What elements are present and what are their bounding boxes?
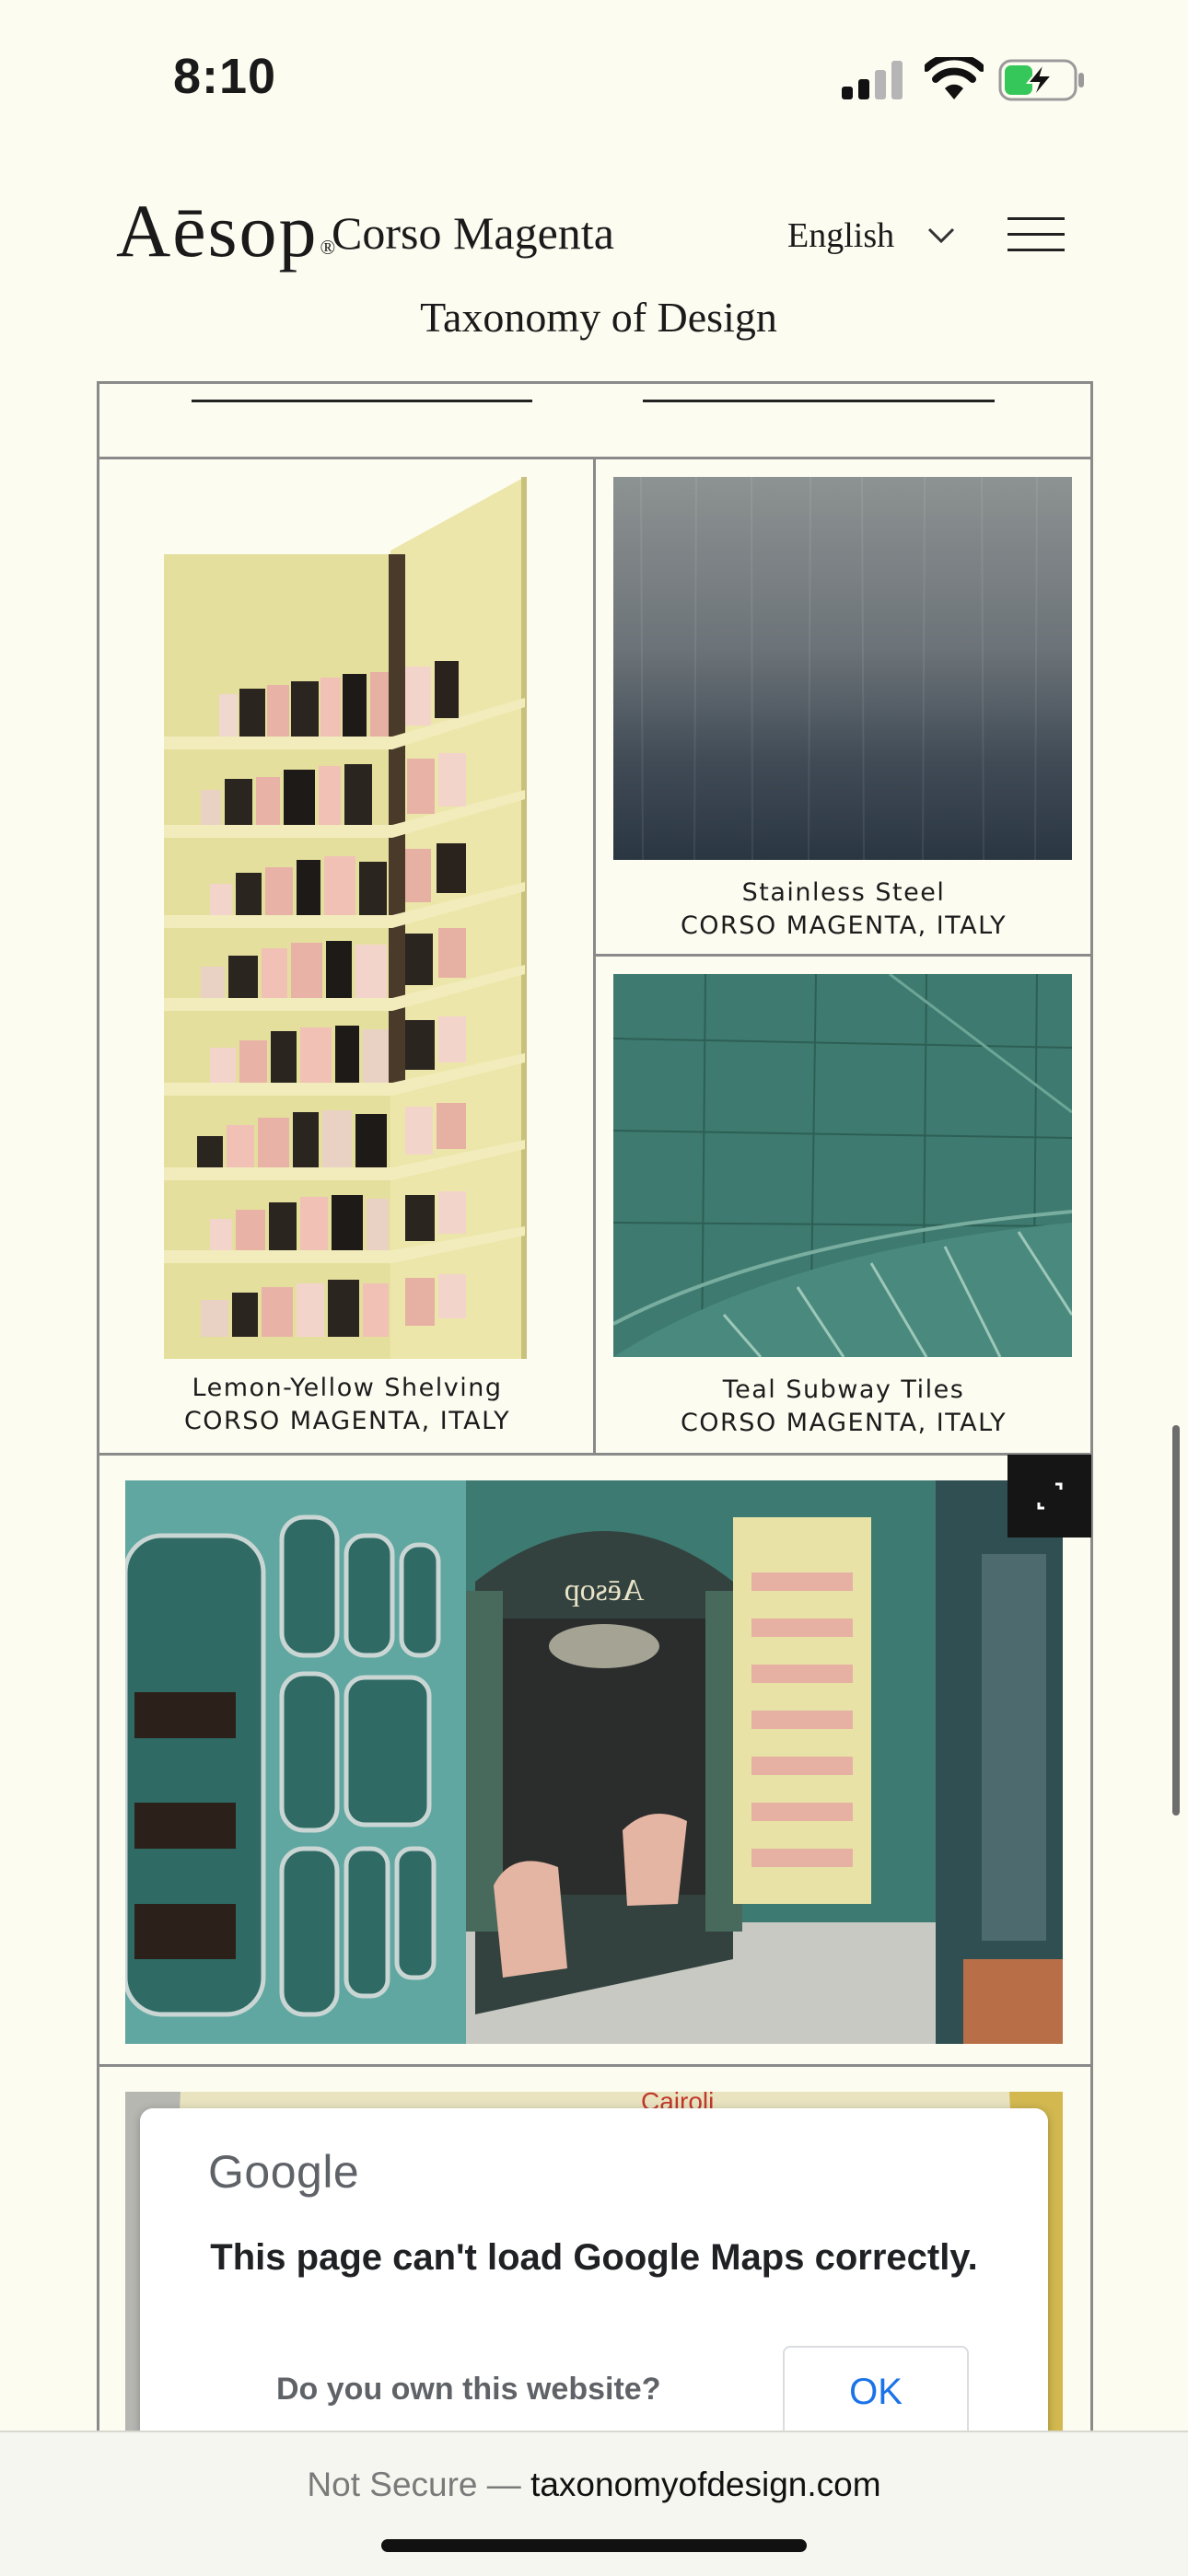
security-label: Not Secure — — [307, 2466, 521, 2503]
url-domain: taxonomyofdesign.com — [530, 2466, 881, 2503]
tile-location: CORSO MAGENTA, ITALY — [680, 1409, 1007, 1437]
expand-icon — [1037, 1482, 1063, 1510]
tile-location: CORSO MAGENTA, ITALY — [680, 911, 1007, 940]
shelving-image — [164, 477, 527, 1359]
tile-title: Lemon-Yellow Shelving — [192, 1374, 503, 1402]
language-selector[interactable]: English — [787, 215, 894, 256]
tile-title: Teal Subway Tiles — [722, 1375, 965, 1404]
aesop-logo[interactable]: Aēsop® — [116, 188, 337, 274]
google-logo: Google — [208, 2146, 360, 2198]
wifi-icon — [925, 57, 984, 99]
map-error-message: This page can't load Google Maps correct… — [210, 2237, 978, 2278]
tile-title: Stainless Steel — [741, 878, 946, 907]
google-maps-error-dialog: Google This page can't load Google Maps … — [140, 2108, 1048, 2477]
stainless-steel-image — [613, 477, 1072, 860]
browser-address-bar[interactable]: Not Secure — taxonomyofdesign.com — [0, 2431, 1188, 2576]
store-name: Corso Magenta — [332, 207, 614, 259]
expand-image-button[interactable] — [1007, 1455, 1091, 1537]
hamburger-menu-icon[interactable] — [1007, 215, 1065, 252]
cellular-signal-icon — [842, 61, 903, 99]
teal-tiles-image — [613, 974, 1072, 1357]
home-indicator[interactable] — [381, 2539, 807, 2552]
tile-location: CORSO MAGENTA, ITALY — [183, 1407, 511, 1435]
status-time: 8:10 — [173, 49, 277, 104]
storefront-sign: Aēsop — [565, 1573, 645, 1607]
site-title: Taxonomy of Design — [420, 294, 777, 341]
chevron-down-icon[interactable] — [926, 225, 956, 247]
battery-charging-icon — [998, 59, 1084, 101]
url-display[interactable]: Not Secure — taxonomyofdesign.com — [0, 2466, 1188, 2504]
scrollbar[interactable] — [1172, 1425, 1180, 1816]
brand-wordmark: Aēsop — [116, 189, 319, 273]
store-interior-image[interactable]: Aēsop — [125, 1480, 1063, 2044]
ok-button[interactable]: OK — [783, 2346, 969, 2438]
own-website-link[interactable]: Do you own this website? — [276, 2372, 660, 2408]
